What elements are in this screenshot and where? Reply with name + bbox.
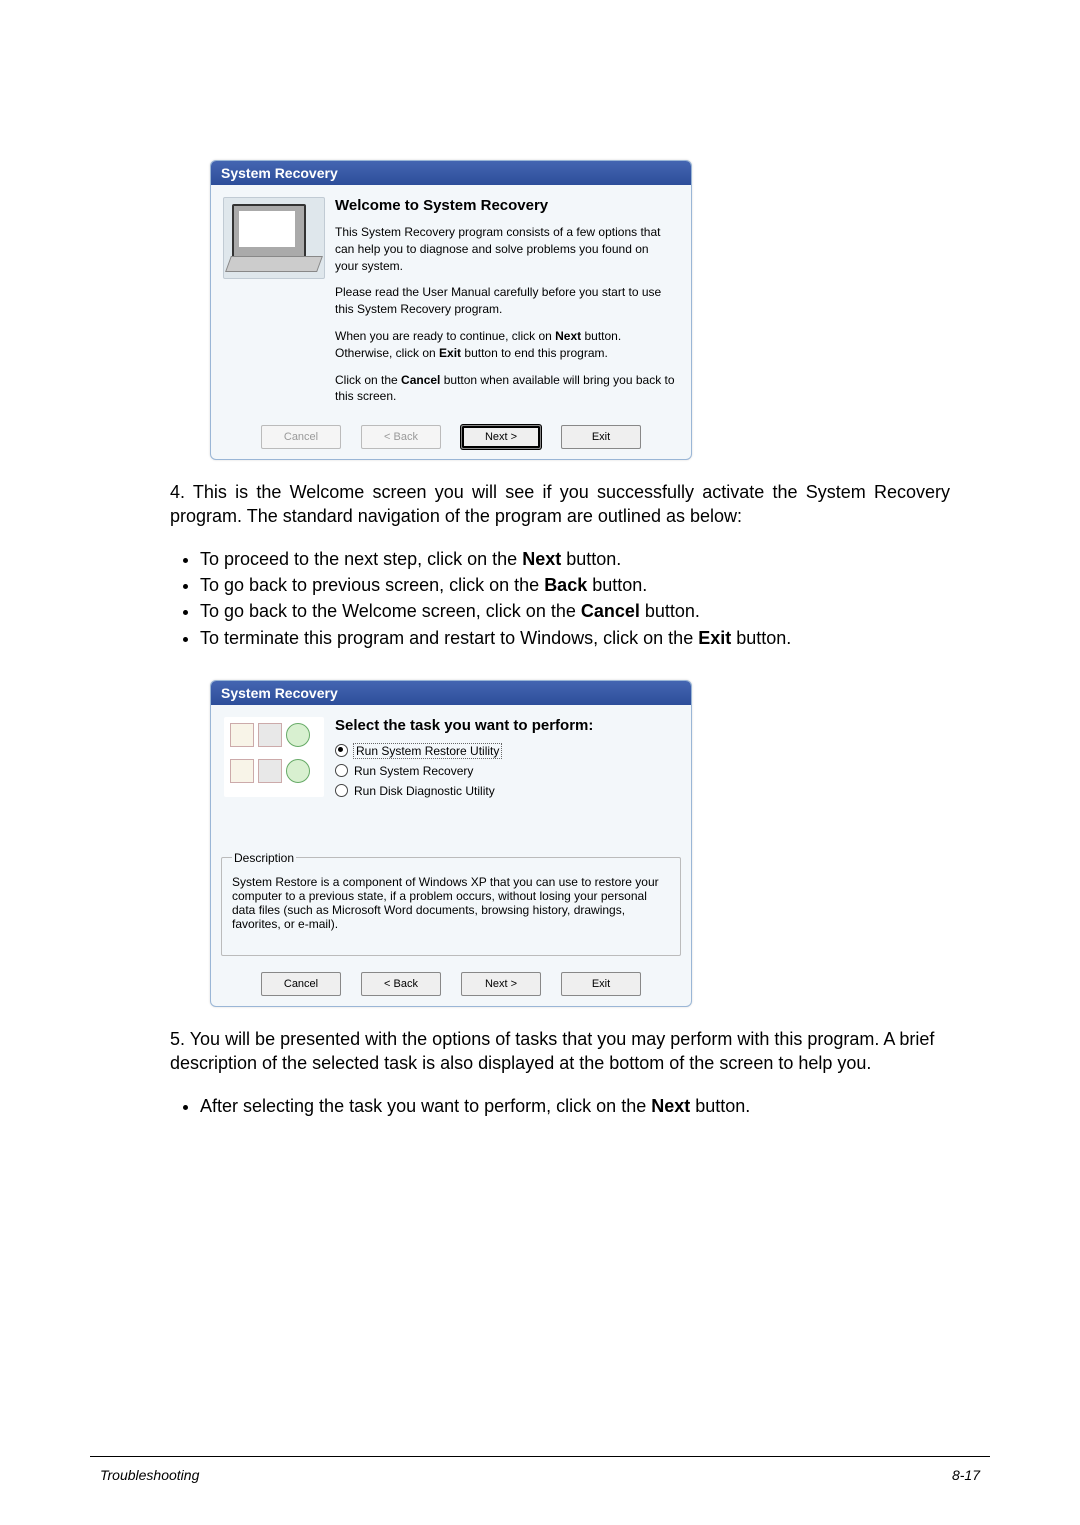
dialog-paragraph: Please read the User Manual carefully be… bbox=[335, 284, 675, 318]
radio-label: Run System Restore Utility bbox=[354, 744, 501, 758]
keyword-cancel: Cancel bbox=[581, 601, 640, 621]
cancel-button[interactable]: Cancel bbox=[261, 972, 341, 996]
footer-page-number: 8-17 bbox=[952, 1467, 980, 1483]
text: button. bbox=[731, 628, 791, 648]
dialog-paragraph: This System Recovery program consists of… bbox=[335, 224, 675, 274]
description-fieldset: Description System Restore is a componen… bbox=[221, 851, 681, 956]
keyword-back: Back bbox=[544, 575, 587, 595]
step-bullets: To proceed to the next step, click on th… bbox=[200, 547, 950, 650]
keyword-exit: Exit bbox=[698, 628, 731, 648]
description-legend: Description bbox=[232, 851, 296, 865]
page-footer: Troubleshooting 8-17 bbox=[100, 1467, 980, 1483]
radio-dot-icon bbox=[335, 784, 348, 797]
exit-button[interactable]: Exit bbox=[561, 425, 641, 449]
keyword-cancel: Cancel bbox=[401, 373, 440, 387]
radio-label: Run System Recovery bbox=[354, 764, 473, 778]
dialog-illustration bbox=[219, 193, 329, 415]
footer-divider bbox=[90, 1456, 990, 1457]
dialog-content: Select the task you want to perform: Run… bbox=[329, 713, 675, 837]
dialog-body: Welcome to System Recovery This System R… bbox=[211, 185, 691, 419]
radio-run-system-recovery[interactable]: Run System Recovery bbox=[335, 764, 675, 778]
dialog-paragraph: When you are ready to continue, click on… bbox=[335, 328, 675, 362]
exit-button[interactable]: Exit bbox=[561, 972, 641, 996]
step-4-text: 4. This is the Welcome screen you will s… bbox=[170, 480, 950, 650]
generic-icon bbox=[230, 723, 254, 747]
text: button. bbox=[587, 575, 647, 595]
next-button[interactable]: Next > bbox=[461, 972, 541, 996]
keyword-exit: Exit bbox=[439, 346, 461, 360]
text: button. bbox=[690, 1096, 750, 1116]
footer-section: Troubleshooting bbox=[100, 1467, 199, 1483]
text: To terminate this program and restart to… bbox=[200, 628, 698, 648]
dialog-content: Welcome to System Recovery This System R… bbox=[329, 193, 675, 415]
system-recovery-welcome-dialog: System Recovery Welcome to System Recove… bbox=[210, 160, 692, 460]
next-button[interactable]: Next > bbox=[461, 425, 541, 449]
dialog-illustration bbox=[219, 713, 329, 837]
dialog-button-row: Cancel < Back Next > Exit bbox=[211, 419, 691, 459]
text: button. bbox=[640, 601, 700, 621]
generic-icon bbox=[258, 759, 282, 783]
gear-icon bbox=[286, 723, 310, 747]
radio-label: Run Disk Diagnostic Utility bbox=[354, 784, 495, 798]
text: When you are ready to continue, click on bbox=[335, 329, 555, 343]
gear-icon bbox=[286, 759, 310, 783]
dialog-titlebar: System Recovery bbox=[211, 161, 691, 185]
bullet-item: To proceed to the next step, click on th… bbox=[200, 547, 950, 571]
radio-dot-icon bbox=[335, 744, 348, 757]
keyword-next: Next bbox=[522, 549, 561, 569]
text: To go back to the Welcome screen, click … bbox=[200, 601, 581, 621]
keyboard-icon bbox=[225, 256, 323, 272]
radio-run-system-restore[interactable]: Run System Restore Utility bbox=[335, 744, 675, 758]
bullet-item: To go back to previous screen, click on … bbox=[200, 573, 950, 597]
monitor-icon bbox=[232, 204, 306, 258]
bullet-item: After selecting the task you want to per… bbox=[200, 1094, 950, 1118]
radio-run-disk-diagnostic[interactable]: Run Disk Diagnostic Utility bbox=[335, 784, 675, 798]
cancel-button[interactable]: Cancel bbox=[261, 425, 341, 449]
description-text: System Restore is a component of Windows… bbox=[232, 875, 670, 931]
text: After selecting the task you want to per… bbox=[200, 1096, 651, 1116]
text: Click on the bbox=[335, 373, 401, 387]
dialog-body: Select the task you want to perform: Run… bbox=[211, 705, 691, 841]
dialog-heading: Welcome to System Recovery bbox=[335, 197, 675, 214]
dialog-titlebar: System Recovery bbox=[211, 681, 691, 705]
step-lead: 5. You will be presented with the option… bbox=[170, 1027, 950, 1076]
bullet-item: To go back to the Welcome screen, click … bbox=[200, 599, 950, 623]
generic-icon bbox=[230, 759, 254, 783]
system-recovery-tasks-dialog: System Recovery Select the task you want… bbox=[210, 680, 692, 1007]
dialog-button-row: Cancel < Back Next > Exit bbox=[211, 966, 691, 1006]
keyword-next: Next bbox=[651, 1096, 690, 1116]
keyword-next: Next bbox=[555, 329, 581, 343]
dialog-paragraph: Click on the Cancel button when availabl… bbox=[335, 372, 675, 406]
bullet-item: To terminate this program and restart to… bbox=[200, 626, 950, 650]
text: button. bbox=[561, 549, 621, 569]
radio-dot-icon bbox=[335, 764, 348, 777]
generic-icon bbox=[258, 723, 282, 747]
text: button to end this program. bbox=[461, 346, 608, 360]
dialog-heading: Select the task you want to perform: bbox=[335, 717, 675, 734]
icons-cluster-icon bbox=[224, 717, 324, 797]
back-button[interactable]: < Back bbox=[361, 425, 441, 449]
step-lead: 4. This is the Welcome screen you will s… bbox=[170, 480, 950, 529]
step-bullets: After selecting the task you want to per… bbox=[200, 1094, 950, 1118]
text: To go back to previous screen, click on … bbox=[200, 575, 544, 595]
back-button[interactable]: < Back bbox=[361, 972, 441, 996]
step-5-text: 5. You will be presented with the option… bbox=[170, 1027, 950, 1118]
text: To proceed to the next step, click on th… bbox=[200, 549, 522, 569]
